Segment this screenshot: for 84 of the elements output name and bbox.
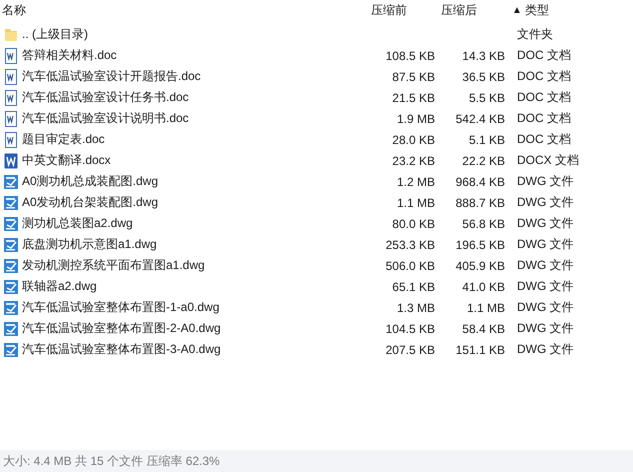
original-size: 1.3 MB (396, 300, 436, 314)
column-header-label[interactable]: 名称 (2, 2, 26, 19)
compressed-size: 888.7 KB (456, 196, 506, 210)
file-name[interactable]: 题目审定表.doc (22, 131, 105, 148)
original-size: 506.0 KB (386, 258, 436, 272)
original-size: 80.0 KB (392, 216, 436, 230)
original-size: 108.5 KB (386, 48, 436, 62)
file-name[interactable]: 汽车低温试验室整体布置图-3-A0.dwg (22, 341, 221, 358)
file-name[interactable]: 汽车低温试验室设计任务书.doc (22, 89, 189, 106)
compressed-size: 1.1 MB (466, 300, 506, 314)
file-type: DWG 文件 (516, 194, 575, 211)
compressed-size: 5.5 KB (468, 90, 506, 104)
compressed-size: 22.2 KB (462, 154, 506, 168)
file-name[interactable]: .. (上级目录) (22, 26, 88, 43)
compressed-size: 405.9 KB (456, 258, 506, 272)
file-type: 文件夹 (516, 26, 554, 43)
original-size: 21.5 KB (392, 90, 436, 104)
original-size: 253.3 KB (386, 238, 436, 252)
file-type: DWG 文件 (516, 341, 575, 358)
sort-glyph[interactable]: ▲ (512, 5, 522, 16)
original-size: 104.5 KB (386, 322, 436, 336)
file-type: DOC 文档 (516, 47, 572, 64)
word-document-icon (3, 68, 19, 84)
compressed-size: 41.0 KB (462, 280, 506, 294)
file-type: DOC 文档 (516, 131, 572, 148)
file-name[interactable]: 联轴器a2.dwg (22, 278, 97, 295)
file-name[interactable]: 汽车低温试验室设计开题报告.doc (22, 68, 201, 85)
original-size: 1.1 MB (396, 196, 436, 210)
file-type: DWG 文件 (516, 236, 575, 253)
compressed-size: 56.8 KB (462, 216, 506, 230)
original-size: 1.9 MB (396, 112, 436, 126)
file-type: DWG 文件 (516, 173, 575, 190)
cad-drawing-icon (3, 278, 19, 294)
column-header-label[interactable]: 压缩前 (371, 2, 407, 19)
compressed-size: 151.1 KB (456, 342, 506, 356)
cad-drawing-icon (3, 320, 19, 336)
file-type: DWG 文件 (516, 278, 575, 295)
file-name[interactable]: A0发动机台架装配图.dwg (22, 194, 158, 211)
status-bar: 大小: 4.4 MB 共 15 个文件 压缩率 62.3% (0, 450, 633, 472)
word-document-icon (3, 90, 19, 106)
original-size: 65.1 KB (392, 280, 436, 294)
file-type: DOCX 文档 (516, 152, 580, 169)
cad-drawing-icon (3, 236, 19, 252)
file-type: DWG 文件 (516, 215, 575, 232)
file-type: DOC 文档 (516, 89, 572, 106)
file-type: DWG 文件 (516, 320, 575, 337)
column-header-label[interactable]: 压缩后 (441, 2, 477, 19)
file-name[interactable]: 汽车低温试验室整体布置图-2-A0.dwg (22, 320, 221, 337)
file-name[interactable]: 底盘测功机示意图a1.dwg (22, 236, 157, 253)
compressed-size: 542.4 KB (456, 112, 506, 126)
file-name[interactable]: 发动机测控系统平面布置图a1.dwg (22, 257, 205, 274)
word-document-icon (3, 152, 19, 168)
compressed-size: 968.4 KB (456, 174, 506, 188)
file-name[interactable]: 答辩相关材料.doc (22, 47, 117, 64)
file-name[interactable]: 汽车低温试验室设计说明书.doc (22, 110, 189, 127)
cad-drawing-icon (3, 342, 19, 358)
original-size: 28.0 KB (392, 132, 436, 146)
file-type: DOC 文档 (516, 68, 572, 85)
original-size: 207.5 KB (386, 342, 436, 356)
cad-drawing-icon (3, 216, 19, 232)
original-size: 1.2 MB (396, 174, 436, 188)
file-name[interactable]: A0测功机总成装配图.dwg (22, 173, 158, 190)
word-document-icon (3, 48, 19, 64)
file-name[interactable]: 汽车低温试验室整体布置图-1-a0.dwg (22, 299, 220, 316)
column-header-label[interactable]: 类型 (524, 2, 549, 19)
compressed-size: 5.1 KB (468, 132, 506, 146)
file-name[interactable]: 中英文翻译.docx (22, 152, 111, 169)
cad-drawing-icon (3, 258, 19, 274)
file-type: DOC 文档 (516, 110, 572, 127)
cad-drawing-icon (3, 300, 19, 316)
compressed-size: 36.5 KB (462, 70, 506, 84)
file-type: DWG 文件 (516, 257, 575, 274)
word-document-icon (3, 110, 19, 126)
original-size: 23.2 KB (392, 154, 436, 168)
compressed-size: 14.3 KB (462, 48, 506, 62)
cad-drawing-icon (3, 194, 19, 210)
file-name[interactable]: 测功机总装图a2.dwg (22, 215, 133, 232)
folder-icon (3, 26, 19, 42)
cad-drawing-icon (3, 174, 19, 190)
word-document-icon (3, 132, 19, 148)
original-size: 87.5 KB (392, 70, 436, 84)
compressed-size: 58.4 KB (462, 322, 506, 336)
compressed-size: 196.5 KB (456, 238, 506, 252)
file-type: DWG 文件 (516, 299, 575, 316)
